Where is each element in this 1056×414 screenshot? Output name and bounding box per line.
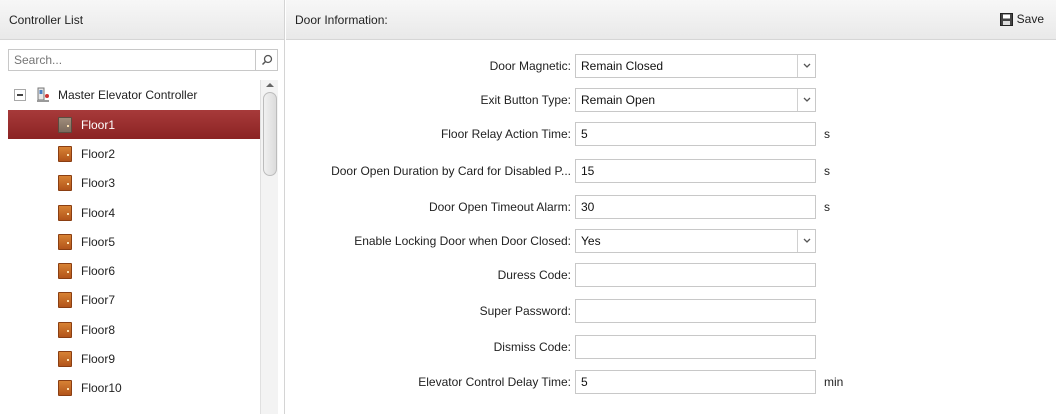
tree-item-label: Floor3 xyxy=(81,176,116,191)
tree-root-label: Master Elevator Controller xyxy=(58,88,198,102)
door-icon xyxy=(58,175,72,192)
search-button[interactable] xyxy=(255,50,277,70)
search-icon xyxy=(261,54,272,66)
controller-list-panel: Controller List Master Elevator Controll… xyxy=(0,0,285,414)
tree-item-floor7[interactable]: Floor7 xyxy=(8,286,260,315)
controller-list-header: Controller List xyxy=(0,0,284,40)
tree-item-label: Floor7 xyxy=(81,293,116,308)
dismiss-code-row: Dismiss Code: xyxy=(286,335,1056,359)
elevator-control-delay-unit: min xyxy=(824,375,844,389)
floor-relay-action-time-value: 5 xyxy=(581,127,588,141)
tree-scrollbar[interactable] xyxy=(260,80,278,414)
door-icon xyxy=(58,263,72,280)
door-magnetic-label: Door Magnetic: xyxy=(489,59,571,73)
door-open-timeout-alarm-value: 30 xyxy=(581,200,595,214)
enable-locking-row: Enable Locking Door when Door Closed: Ye… xyxy=(286,229,1056,253)
save-button-label: Save xyxy=(1016,12,1044,26)
door-icon xyxy=(58,233,72,250)
super-password-label: Super Password: xyxy=(479,304,571,318)
exit-button-type-label: Exit Button Type: xyxy=(480,93,572,107)
tree-item-label: Floor1 xyxy=(81,117,116,132)
door-open-duration-row: Door Open Duration by Card for Disabled … xyxy=(286,159,1056,183)
tree-item-floor2[interactable]: Floor2 xyxy=(8,139,260,168)
elevator-control-delay-input[interactable]: 5 xyxy=(575,370,816,394)
tree-item-floor5[interactable]: Floor5 xyxy=(8,227,260,256)
tree-root-item[interactable]: Master Elevator Controller xyxy=(8,80,278,110)
dismiss-code-input[interactable] xyxy=(575,335,816,359)
enable-locking-label: Enable Locking Door when Door Closed: xyxy=(354,234,571,248)
door-open-duration-input[interactable]: 15 xyxy=(575,159,816,183)
exit-button-type-select[interactable]: Remain Open xyxy=(575,88,816,112)
tree-item-floor3[interactable]: Floor3 xyxy=(8,169,260,198)
floppy-disk-icon xyxy=(999,12,1013,26)
chevron-down-icon[interactable] xyxy=(797,89,815,111)
exit-button-type-value: Remain Open xyxy=(581,93,656,107)
tree-item-floor4[interactable]: Floor4 xyxy=(8,198,260,227)
scrollbar-thumb[interactable] xyxy=(263,92,277,176)
super-password-row: Super Password: xyxy=(286,299,1056,323)
door-open-duration-label: Door Open Duration by Card for Disabled … xyxy=(331,164,571,178)
door-magnetic-row: Door Magnetic: Remain Closed xyxy=(286,54,1056,78)
tree-item-label: Floor2 xyxy=(81,146,116,161)
floor-relay-action-time-input[interactable]: 5 xyxy=(575,122,816,146)
door-information-header: Door Information: Save xyxy=(286,0,1056,40)
tree-item-label: Floor9 xyxy=(81,352,116,367)
tree-item-label: Floor6 xyxy=(81,264,116,279)
duress-code-row: Duress Code: xyxy=(286,263,1056,287)
door-open-duration-value: 15 xyxy=(581,164,595,178)
elevator-control-delay-label: Elevator Control Delay Time: xyxy=(418,375,571,389)
elevator-control-delay-value: 5 xyxy=(581,375,588,389)
search-input[interactable] xyxy=(9,50,255,70)
door-open-timeout-alarm-row: Door Open Timeout Alarm: 30 s xyxy=(286,195,1056,219)
exit-button-type-row: Exit Button Type: Remain Open xyxy=(286,88,1056,112)
tree-item-label: Floor10 xyxy=(81,381,122,396)
elevator-control-delay-row: Elevator Control Delay Time: 5 min xyxy=(286,370,1056,394)
door-open-duration-unit: s xyxy=(824,164,830,178)
door-magnetic-value: Remain Closed xyxy=(581,59,664,73)
collapse-toggle-icon[interactable] xyxy=(14,89,26,101)
door-open-timeout-alarm-unit: s xyxy=(824,200,830,214)
elevator-controller-icon xyxy=(36,87,50,103)
tree-item-floor8[interactable]: Floor8 xyxy=(8,315,260,344)
door-icon xyxy=(58,321,72,338)
door-icon xyxy=(58,145,72,162)
door-open-timeout-alarm-input[interactable]: 30 xyxy=(575,195,816,219)
door-magnetic-select[interactable]: Remain Closed xyxy=(575,54,816,78)
floor-relay-action-time-unit: s xyxy=(824,127,830,141)
chevron-down-icon[interactable] xyxy=(797,55,815,77)
door-information-panel: Door Information: Save Door Magnetic: Re… xyxy=(286,0,1056,414)
controller-tree: Master Elevator Controller Floor1 Floor2… xyxy=(8,80,278,414)
save-button[interactable]: Save xyxy=(999,12,1044,26)
tree-item-floor10[interactable]: Floor10 xyxy=(8,374,260,403)
door-icon xyxy=(58,351,72,368)
enable-locking-value: Yes xyxy=(581,234,601,248)
chevron-down-icon[interactable] xyxy=(797,230,815,252)
floor-relay-action-time-label: Floor Relay Action Time: xyxy=(440,127,571,141)
door-information-title: Door Information: xyxy=(295,12,388,27)
scroll-up-arrow-icon[interactable] xyxy=(266,83,274,87)
duress-code-label: Duress Code: xyxy=(497,268,571,282)
duress-code-input[interactable] xyxy=(575,263,816,287)
enable-locking-select[interactable]: Yes xyxy=(575,229,816,253)
tree-item-floor6[interactable]: Floor6 xyxy=(8,256,260,285)
dismiss-code-label: Dismiss Code: xyxy=(493,340,571,354)
tree-item-floor9[interactable]: Floor9 xyxy=(8,344,260,373)
tree-item-floor1[interactable]: Floor1 xyxy=(8,110,260,140)
door-open-timeout-alarm-label: Door Open Timeout Alarm: xyxy=(428,200,571,214)
door-icon xyxy=(58,116,72,133)
door-icon xyxy=(58,380,72,397)
tree-item-label: Floor4 xyxy=(81,205,116,220)
controller-list-title: Controller List xyxy=(9,12,84,27)
tree-item-label: Floor5 xyxy=(81,234,116,249)
floor-relay-action-time-row: Floor Relay Action Time: 5 s xyxy=(286,122,1056,146)
search-box xyxy=(8,49,278,71)
door-icon xyxy=(58,204,72,221)
super-password-input[interactable] xyxy=(575,299,816,323)
door-icon xyxy=(58,292,72,309)
tree-item-label: Floor8 xyxy=(81,322,116,337)
